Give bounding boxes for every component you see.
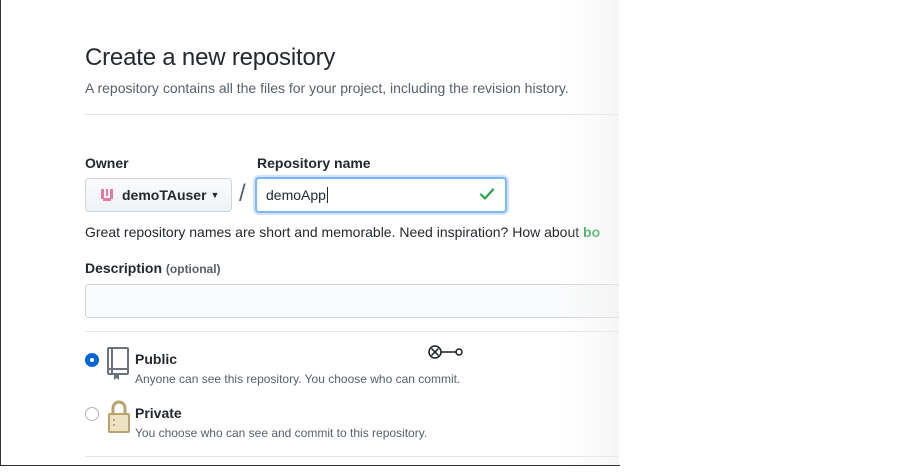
page-title: Create a new repository: [85, 44, 336, 71]
repo-name-hint: Great repository names are short and mem…: [85, 224, 600, 240]
divider: [85, 456, 619, 457]
drag-cursor-icon: [428, 345, 463, 359]
divider: [85, 331, 619, 332]
divider: [85, 114, 619, 115]
public-radio[interactable]: [85, 353, 99, 367]
identicon-avatar-icon: [101, 189, 113, 201]
private-option-title: Private: [135, 405, 182, 421]
hint-text: Great repository names are short and mem…: [85, 224, 584, 240]
repo-name-value: demoApp: [266, 187, 326, 203]
check-icon: [479, 188, 495, 200]
private-radio[interactable]: [85, 407, 99, 421]
repo-name-input[interactable]: demoApp: [255, 177, 507, 213]
owner-name: demoTAuser: [122, 187, 207, 203]
optional-note: (optional): [165, 262, 221, 276]
description-label-text: Description: [85, 260, 163, 276]
public-option-title: Public: [135, 351, 178, 367]
repo-name-label: Repository name: [257, 155, 371, 171]
lock-icon: [108, 400, 130, 433]
description-label: Description (optional): [85, 260, 221, 276]
description-input[interactable]: [85, 284, 619, 318]
owner-dropdown-button[interactable]: demoTAuser ▼: [85, 178, 232, 212]
chevron-down-icon: ▼: [210, 190, 220, 200]
private-option-description: You choose who can see and commit to thi…: [135, 426, 428, 440]
window-bottom-border: [0, 465, 620, 466]
public-option-description: Anyone can see this repository. You choo…: [135, 372, 461, 386]
page-subtitle: A repository contains all the files for …: [85, 80, 569, 96]
text-caret: [326, 187, 328, 203]
new-repo-panel: Create a new repository A repository con…: [1, 0, 619, 465]
owner-repo-separator: /: [239, 180, 246, 207]
owner-label: Owner: [85, 155, 129, 171]
name-suggestion-link[interactable]: bo: [583, 224, 600, 240]
repo-book-icon: [107, 347, 129, 380]
